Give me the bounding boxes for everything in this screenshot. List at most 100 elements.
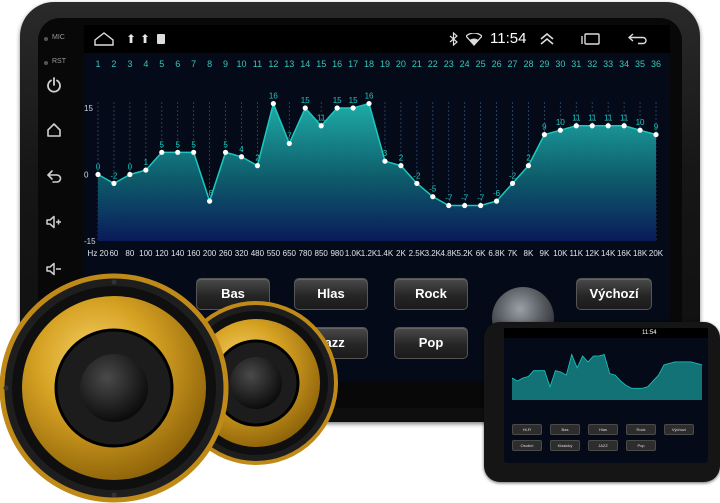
band-number: 5 xyxy=(159,59,164,69)
preset-pop-button[interactable]: Pop xyxy=(394,327,468,359)
eq-point xyxy=(478,202,484,209)
thumbnail-eq-fill xyxy=(512,354,702,400)
frequency-label: Hz 20 xyxy=(88,249,109,258)
band-number: 29 xyxy=(539,59,549,69)
thumbnail-preset-row1-1[interactable]: Bas xyxy=(550,424,580,435)
thumbnail-device: 11:54 Hi-Fi Bas Hlas Rock Výchozí Osobní Klasi… xyxy=(484,322,720,482)
band-number: 25 xyxy=(476,59,486,69)
thumbnail-preset-row2-3[interactable]: Pop xyxy=(626,440,656,451)
y-axis-label: 15 xyxy=(84,104,93,113)
eq-value-label: -2 xyxy=(509,171,517,180)
eq-value-label: -7 xyxy=(477,194,485,203)
band-number: 17 xyxy=(348,59,358,69)
frequency-label: 1.0K xyxy=(345,249,362,258)
frequency-label: 11K xyxy=(569,249,583,258)
frequency-label: 14K xyxy=(601,249,616,258)
band-number: 8 xyxy=(207,59,212,69)
eq-value-label: 10 xyxy=(636,118,645,127)
eq-point xyxy=(302,105,308,111)
thumbnail-preset-row2-0[interactable]: Osobní xyxy=(512,440,542,451)
recent-apps-icon[interactable] xyxy=(580,25,602,53)
eq-value-label: 16 xyxy=(269,92,278,101)
band-number: 2 xyxy=(111,59,116,69)
expand-up-icon[interactable] xyxy=(538,25,556,53)
notification-icon: ⬆ xyxy=(126,32,137,46)
frequency-label: 1.2K xyxy=(361,249,378,258)
frequency-label: 850 xyxy=(315,249,329,258)
frequency-label: 18K xyxy=(633,249,648,258)
band-number: 35 xyxy=(635,59,645,69)
eq-value-label: 3 xyxy=(383,149,388,158)
frequency-label: 12K xyxy=(585,249,600,258)
band-number: 23 xyxy=(444,59,454,69)
thumbnail-preset-row1-3[interactable]: Rock xyxy=(626,424,656,435)
eq-point xyxy=(382,158,388,164)
band-number: 14 xyxy=(300,59,310,69)
band-number: 21 xyxy=(412,59,422,69)
frequency-label: 650 xyxy=(283,249,297,258)
eq-point xyxy=(286,140,292,147)
eq-point xyxy=(95,171,101,178)
frequency-label: 5.2K xyxy=(456,249,473,258)
band-number: 19 xyxy=(380,59,390,69)
eq-point xyxy=(222,149,229,155)
eq-value-label: -7 xyxy=(445,194,453,203)
frequency-label: 980 xyxy=(330,249,344,258)
volume-up-icon[interactable] xyxy=(42,214,66,234)
eq-value-label: 0 xyxy=(128,163,133,172)
eq-value-label: -6 xyxy=(493,189,501,198)
thumbnail-preset-row2-1[interactable]: Klasický xyxy=(550,440,580,451)
thumbnail-preset-row2-2[interactable]: JAZZ xyxy=(588,440,618,451)
frequency-label: 100 xyxy=(139,249,153,258)
band-number: 18 xyxy=(364,59,374,69)
preset-vychozi-button[interactable]: Výchozí xyxy=(576,278,652,310)
eq-point xyxy=(318,123,324,129)
preset-rock-button[interactable]: Rock xyxy=(394,278,468,310)
band-number: 30 xyxy=(555,59,565,69)
band-number: 3 xyxy=(127,59,132,69)
band-number: 9 xyxy=(223,59,228,69)
eq-point xyxy=(350,105,356,111)
rst-hole[interactable] xyxy=(44,61,48,65)
frequency-label: 260 xyxy=(219,249,233,258)
equalizer-chart[interactable]: 1 2 3 4 5 6 7 8 9 10 11 12 13 14 15 16 17 18 19 20 21 22 23 24 2… xyxy=(84,53,670,293)
eq-point xyxy=(143,167,149,173)
thumbnail-preset-row1-4[interactable]: Výchozí xyxy=(664,424,694,435)
eq-point xyxy=(191,149,197,155)
frequency-label: 1.4K xyxy=(377,249,394,258)
frequency-label: 6K xyxy=(476,249,486,258)
thumbnail-preset-row1-0[interactable]: Hi-Fi xyxy=(512,424,542,435)
eq-point xyxy=(653,132,659,138)
eq-point xyxy=(637,127,643,133)
eq-value-label: 11 xyxy=(620,114,629,123)
eq-point xyxy=(238,154,245,160)
eq-value-label: -2 xyxy=(110,171,118,180)
power-icon[interactable] xyxy=(42,77,66,97)
back-icon[interactable] xyxy=(626,25,650,53)
wifi-icon xyxy=(464,25,484,53)
thumbnail-screen: 11:54 Hi-Fi Bas Hlas Rock Výchozí Osobní Klasi… xyxy=(504,328,708,463)
eq-value-label: 16 xyxy=(365,92,374,101)
frequency-label: 10K xyxy=(553,249,568,258)
y-axis-label: 0 xyxy=(84,171,89,180)
eq-value-label: 15 xyxy=(349,96,358,105)
home-outline-icon[interactable] xyxy=(92,25,116,53)
band-number: 32 xyxy=(587,59,597,69)
frequency-label: 320 xyxy=(235,249,249,258)
mic-label: MIC xyxy=(52,34,65,41)
notification-icon: ⬆ xyxy=(140,32,151,46)
eq-value-label: 15 xyxy=(301,96,310,105)
home-icon[interactable] xyxy=(42,122,66,142)
eq-value-label: 9 xyxy=(654,123,659,132)
back-icon[interactable] xyxy=(42,168,66,188)
eq-point xyxy=(557,127,563,133)
eq-value-label: 11 xyxy=(572,114,581,123)
eq-value-label: -6 xyxy=(206,189,214,198)
eq-point xyxy=(111,180,117,186)
frequency-label: 2.5K xyxy=(409,249,426,258)
mic-hole xyxy=(44,37,48,41)
thumbnail-preset-row1-2[interactable]: Hlas xyxy=(588,424,618,435)
eq-point xyxy=(605,123,611,129)
frequency-label: 80 xyxy=(125,249,134,258)
eq-point xyxy=(366,100,372,107)
